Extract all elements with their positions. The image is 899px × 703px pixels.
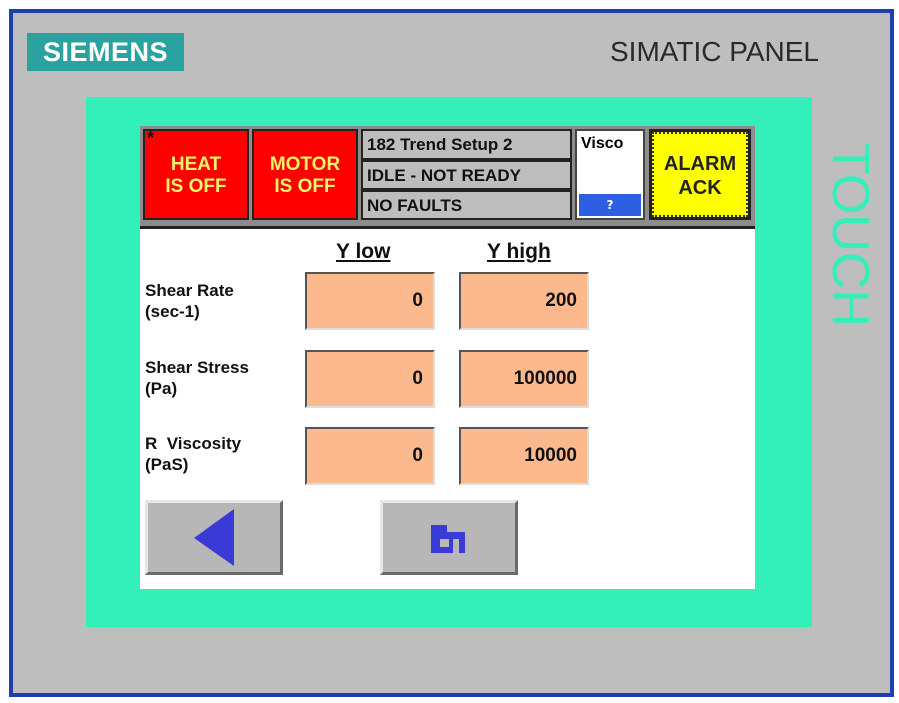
row-label-shear-rate: Shear Rate (sec-1) bbox=[145, 280, 234, 322]
panel-model-label: SIMATIC PANEL bbox=[610, 36, 820, 67]
heat-status-button[interactable]: * HEAT IS OFF bbox=[143, 128, 249, 220]
fault-status: NO FAULTS bbox=[361, 190, 572, 220]
column-header-y-low: Y low bbox=[336, 240, 391, 263]
row-label-text: Shear Rate bbox=[145, 281, 234, 300]
shear-rate-y-low-input[interactable]: 0 bbox=[305, 272, 435, 330]
r-viscosity-y-low-input[interactable]: 0 bbox=[305, 427, 435, 485]
back-button[interactable] bbox=[145, 500, 283, 575]
visco-label: Visco bbox=[581, 135, 624, 152]
hmi-screen: * HEAT IS OFF MOTOR IS OFF 182 Trend Set… bbox=[140, 126, 755, 589]
row-label-shear-stress: Shear Stress (Pa) bbox=[145, 357, 249, 399]
row-label-r-viscosity: R Viscosity (PaS) bbox=[145, 433, 241, 475]
alarm-ack-face: ALARM ACK bbox=[652, 132, 748, 217]
machine-state: IDLE - NOT READY bbox=[361, 160, 572, 190]
row-unit-text: (sec-1) bbox=[145, 302, 200, 321]
row-label-text: R Viscosity bbox=[145, 434, 242, 453]
heat-line2: IS OFF bbox=[165, 176, 227, 197]
shear-stress-y-high-input[interactable]: 100000 bbox=[459, 350, 589, 408]
home-button[interactable] bbox=[380, 500, 518, 575]
column-header-y-high: Y high bbox=[487, 240, 551, 263]
help-button[interactable]: ? bbox=[579, 194, 641, 216]
touch-text: TOUCH bbox=[821, 143, 879, 327]
alarm-line2: ACK bbox=[678, 177, 722, 199]
r-viscosity-y-high-input[interactable]: 10000 bbox=[459, 427, 589, 485]
shear-stress-y-low-input[interactable]: 0 bbox=[305, 350, 435, 408]
heat-marker: * bbox=[147, 128, 155, 148]
siemens-logo: SIEMENS bbox=[27, 33, 184, 71]
factory-home-icon bbox=[431, 525, 465, 553]
row-label-text: Shear Stress bbox=[145, 358, 249, 377]
motor-line2: IS OFF bbox=[274, 176, 336, 197]
alarm-line1: ALARM bbox=[663, 153, 737, 175]
screen-title: 182 Trend Setup 2 bbox=[361, 129, 572, 160]
row-unit-text: (PaS) bbox=[145, 455, 189, 474]
motor-status-button[interactable]: MOTOR IS OFF bbox=[252, 129, 358, 220]
row-unit-text: (Pa) bbox=[145, 379, 178, 398]
shear-rate-y-high-input[interactable]: 200 bbox=[459, 272, 589, 330]
alarm-ack-button[interactable]: ALARM ACK bbox=[649, 129, 751, 220]
motor-line1: MOTOR bbox=[269, 154, 341, 175]
heat-line1: HEAT bbox=[170, 154, 222, 175]
visco-mode-box: Visco ? bbox=[575, 129, 645, 220]
back-arrow-icon bbox=[194, 509, 234, 566]
status-header: * HEAT IS OFF MOTOR IS OFF 182 Trend Set… bbox=[140, 126, 755, 229]
touch-side-label: TOUCH bbox=[820, 120, 880, 350]
